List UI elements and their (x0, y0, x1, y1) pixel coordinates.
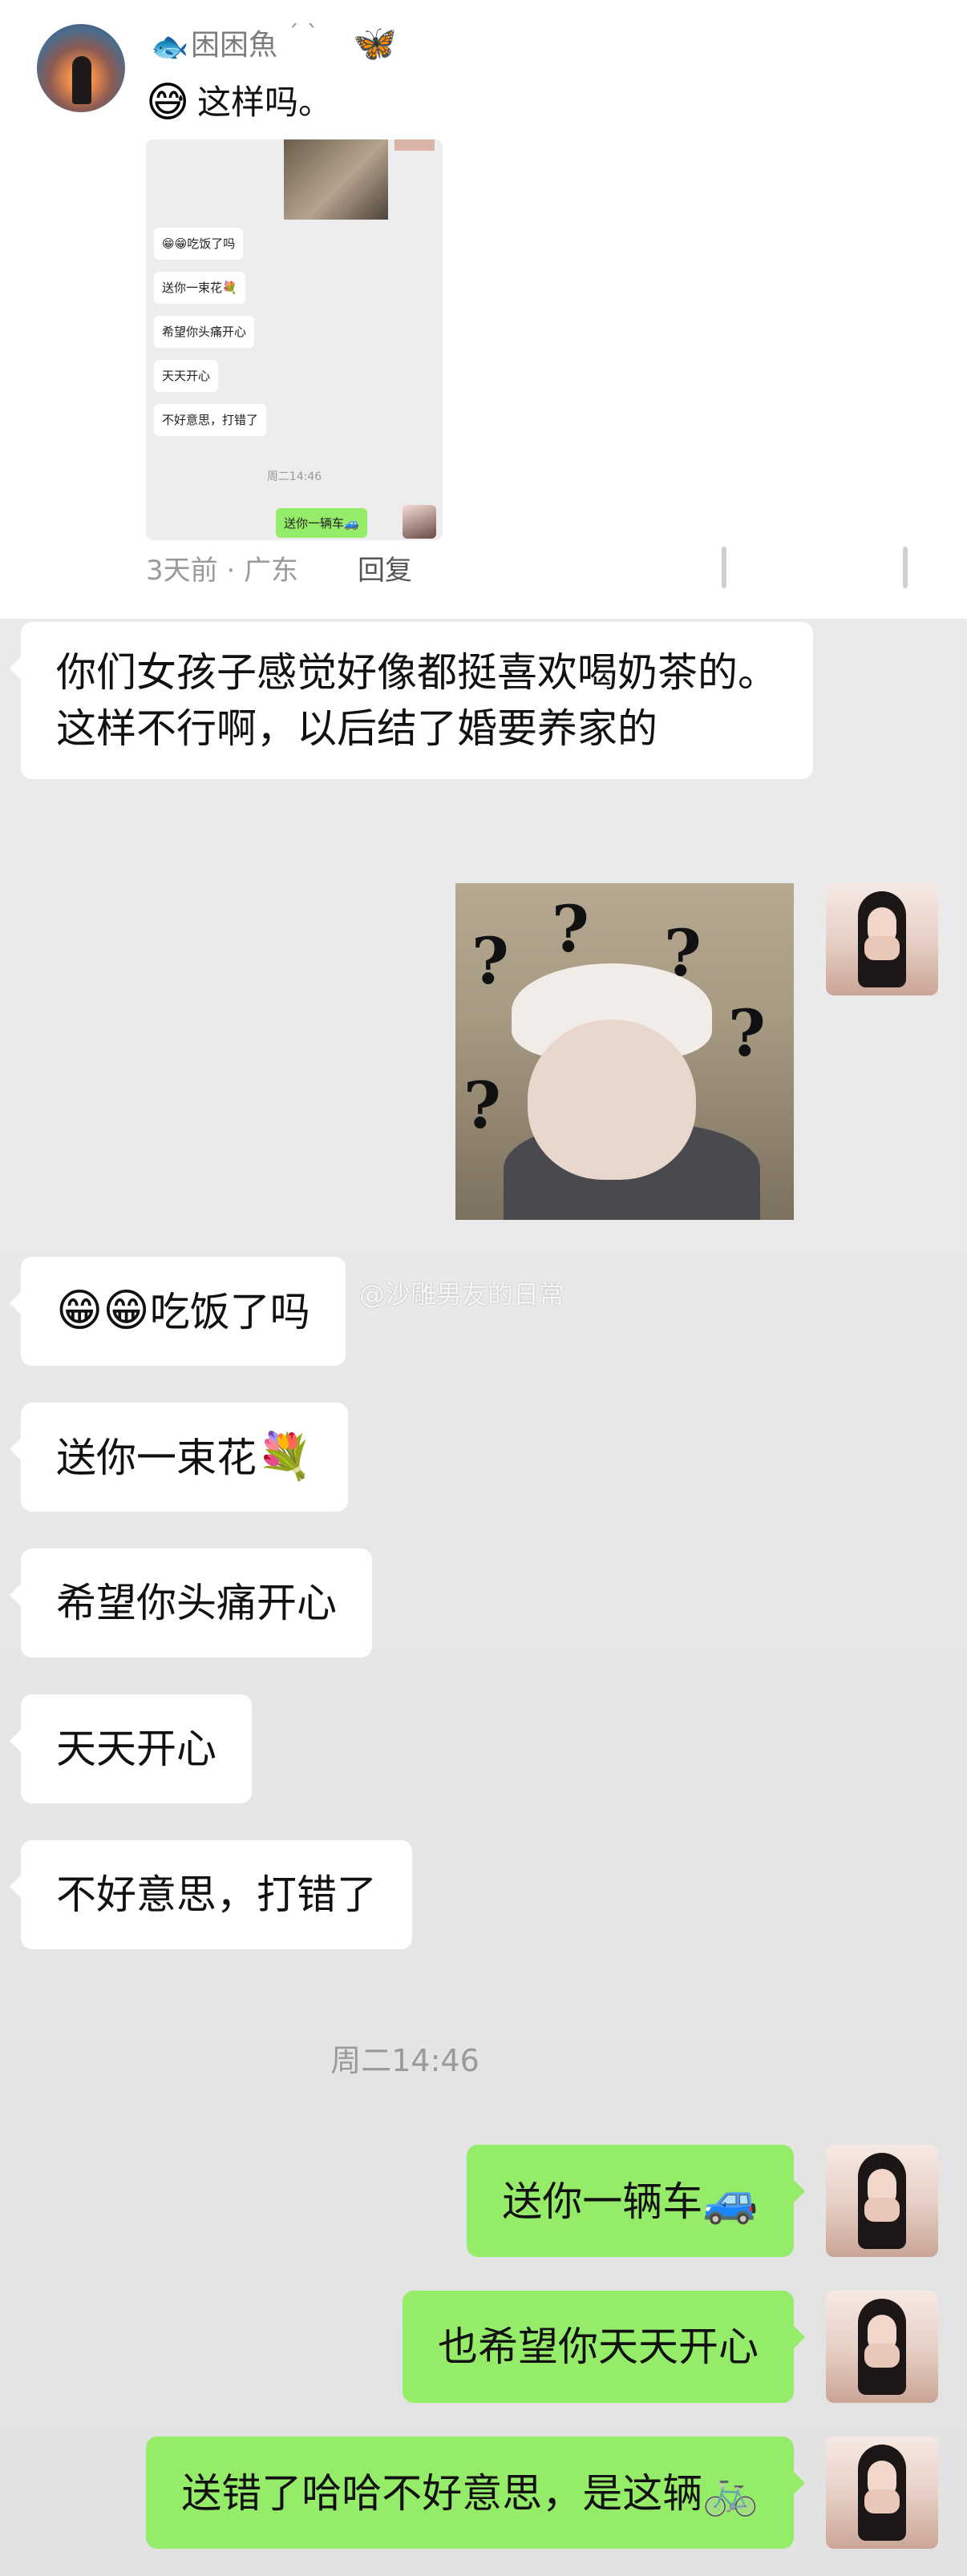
avatar-hands (864, 2489, 900, 2513)
thumbnail-green-bubble: 送你一辆车🚙 (276, 508, 367, 538)
message-text: 送错了哈哈不好意思，是这辆 (181, 2470, 703, 2517)
comment-card: 🐟 困困魚 ˊ ˋ 🦋 😅 这样吗。 😁😁吃饭了吗 送你一束花💐 希望你头痛开心… (0, 0, 967, 619)
question-mark-icon: ? (664, 915, 702, 991)
message-text: 你们女孩子感觉好像都挺喜欢喝奶茶的。这样不行啊，以后结了婚要养家的 (56, 649, 778, 752)
question-mark-icon: ? (471, 923, 509, 999)
message-text: 也希望你天天开心 (438, 2324, 759, 2370)
question-mark-icon: ? (463, 1068, 501, 1143)
message-text: 吃饭了吗 (149, 1289, 310, 1335)
thumbnail-avatar-top (394, 139, 435, 151)
incoming-message[interactable]: 不好意思，打错了 (10, 1840, 412, 1949)
incoming-message[interactable]: 😁😁吃饭了吗 (10, 1257, 346, 1366)
bouquet-emoji-icon: 💐 (257, 1431, 313, 1483)
comment-text: 这样吗。 (197, 83, 333, 122)
message-text: 送你一辆车 (502, 2178, 703, 2225)
avatar-hands (864, 2344, 900, 2368)
username-decoration: ˊ ˋ (287, 21, 319, 49)
comment-time-location: 3天前 · 广东 (146, 555, 299, 587)
divider-bar (722, 547, 726, 588)
avatar-hands (864, 936, 900, 960)
my-avatar[interactable] (826, 2291, 938, 2403)
my-avatar[interactable] (826, 2437, 938, 2549)
incoming-message[interactable]: 希望你头痛开心 (10, 1548, 372, 1657)
avatar-silhouette (72, 56, 91, 104)
thumbnail-bubble: 😁😁吃饭了吗 (154, 228, 244, 260)
message-text: 送你一束花 (56, 1435, 257, 1481)
outgoing-message[interactable]: 送错了哈哈不好意思，是这辆🚲 (146, 2437, 805, 2549)
comment-image-thumbnail[interactable]: 😁😁吃饭了吗 送你一束花💐 希望你头痛开心 天天开心 不好意思，打错了 周二14… (146, 139, 443, 540)
commenter-avatar[interactable] (37, 24, 125, 112)
thumbnail-bubble: 天天开心 (154, 360, 219, 392)
question-mark-icon: ? (552, 891, 589, 967)
thumbnail-sticker-image (284, 139, 388, 220)
outgoing-message[interactable]: 送你一辆车🚙 (467, 2145, 805, 2257)
commenter-username[interactable]: 困困魚 (191, 27, 277, 64)
car-emoji-icon: 🚙 (702, 2174, 759, 2227)
divider-bar (903, 547, 908, 588)
butterfly-icon: 🦋 (353, 23, 397, 64)
bicycle-emoji-icon: 🚲 (702, 2466, 759, 2518)
message-text: 希望你头痛开心 (56, 1580, 337, 1626)
thumbnail-bubble: 希望你头痛开心 (154, 316, 255, 348)
thumbnail-bubble: 不好意思，打错了 (154, 404, 267, 436)
question-mark-icon: ? (728, 995, 766, 1071)
avatar-hands (864, 2198, 900, 2222)
comment-emoji: 😅 (146, 79, 190, 127)
reply-button[interactable]: 回复 (358, 553, 412, 588)
fish-icon: 🐟 (151, 29, 189, 64)
thumbnail-avatar (403, 505, 436, 539)
message-text: 不好意思，打错了 (56, 1871, 377, 1918)
my-avatar[interactable] (826, 883, 938, 995)
sticker-face (528, 1019, 696, 1180)
outgoing-message[interactable]: 也希望你天天开心 (403, 2291, 805, 2403)
thumbnail-bubble: 送你一束花💐 (154, 272, 245, 304)
watermark: @沙雕男友的日常 (359, 1279, 565, 1310)
my-avatar[interactable] (826, 2145, 938, 2257)
chat-time-divider: 周二14:46 (330, 2043, 479, 2078)
thumbnail-time: 周二14:46 (266, 470, 322, 483)
grin-emoji-icon: 😁😁 (56, 1285, 150, 1337)
incoming-sticker-image[interactable]: ? ? ? ? ? (455, 883, 794, 1220)
incoming-message[interactable]: 你们女孩子感觉好像都挺喜欢喝奶茶的。这样不行啊，以后结了婚要养家的 (10, 622, 813, 779)
incoming-message[interactable]: 天天开心 (10, 1694, 252, 1803)
incoming-message[interactable]: 送你一束花💐 (10, 1403, 348, 1512)
message-text: 天天开心 (56, 1726, 216, 1772)
